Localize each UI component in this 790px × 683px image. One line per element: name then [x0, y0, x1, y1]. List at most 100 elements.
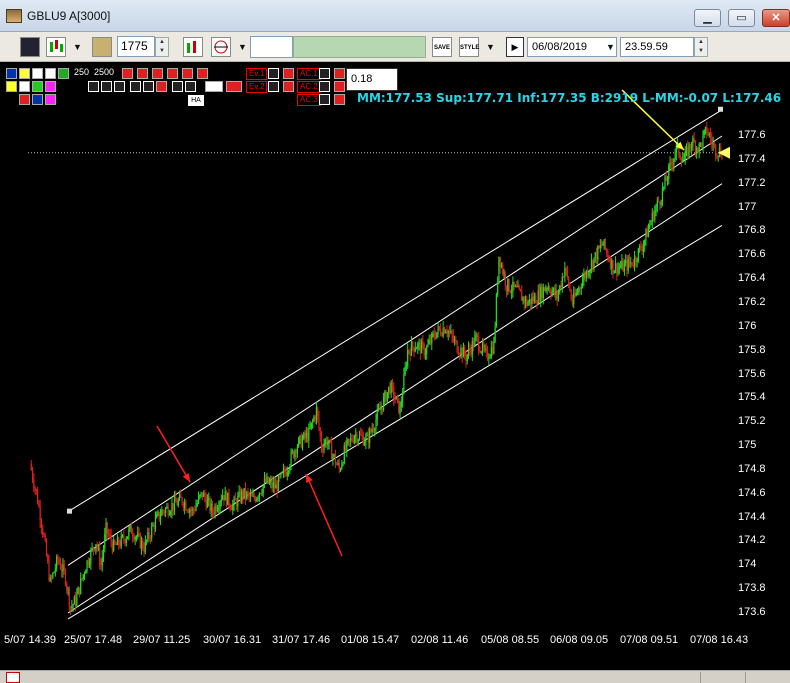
- time-input[interactable]: 23.59.59: [620, 37, 694, 57]
- candle-body: [294, 450, 296, 458]
- save-disk-icon[interactable]: [20, 37, 40, 57]
- sr-icon[interactable]: [19, 94, 30, 105]
- ac3-button[interactable]: AC.3: [297, 94, 321, 106]
- ac1-settings-icon[interactable]: [319, 68, 330, 79]
- time-spinner[interactable]: ▲ ▼: [694, 37, 708, 57]
- red-indicator-icon[interactable]: [122, 68, 133, 79]
- candle-body: [208, 498, 210, 500]
- candle-body: [342, 463, 344, 465]
- gap-icon[interactable]: [205, 81, 223, 92]
- hist-icon[interactable]: [226, 81, 242, 92]
- candle-body: [219, 501, 221, 508]
- candle-body: [206, 499, 209, 508]
- bar-chart-icon[interactable]: [183, 37, 203, 57]
- settings-icon[interactable]: [114, 81, 125, 92]
- trendline-tool-icon[interactable]: [32, 68, 43, 79]
- ac2-button[interactable]: AC.2: [297, 81, 321, 93]
- ac2-settings-icon[interactable]: [319, 81, 330, 92]
- channel-line-mid: [67, 135, 723, 566]
- candle-body: [537, 290, 539, 304]
- candle-body: [540, 286, 542, 301]
- candle-body: [592, 260, 594, 269]
- candle-body: [176, 502, 178, 506]
- save-layout-button[interactable]: SAVE: [432, 37, 452, 57]
- yellow-swatch-icon[interactable]: [6, 81, 17, 92]
- rs-indicator-icon[interactable]: [137, 68, 148, 79]
- candle-body: [713, 143, 715, 146]
- indicator-icon[interactable]: [211, 37, 231, 57]
- candle-body: [42, 527, 44, 534]
- color-tool-icon[interactable]: [58, 68, 69, 79]
- acc-indicator-icon[interactable]: [197, 68, 208, 79]
- chart-type-dropdown-icon[interactable]: ▼: [73, 42, 82, 52]
- zoom-icon[interactable]: [101, 81, 112, 92]
- candle-body: [687, 146, 689, 157]
- candle-body: [90, 549, 92, 564]
- calculator-icon[interactable]: [92, 37, 112, 57]
- white-swatch-icon[interactable]: [19, 81, 30, 92]
- style-button[interactable]: STYLE: [459, 37, 479, 57]
- bs-indicator-icon[interactable]: [167, 68, 178, 79]
- bs-icon[interactable]: [88, 81, 99, 92]
- candle-body: [69, 606, 72, 608]
- candle-body: [165, 508, 167, 513]
- candle-body: [418, 342, 420, 344]
- ac1-button[interactable]: AC.1: [297, 68, 321, 80]
- candle-body: [253, 495, 255, 499]
- volume-icon[interactable]: [143, 81, 154, 92]
- parameter-input[interactable]: 0.18: [346, 68, 398, 91]
- date-picker[interactable]: 06/08/2019: [527, 37, 617, 57]
- ac2-remove-icon[interactable]: [334, 81, 345, 92]
- candle-style-icon[interactable]: [172, 81, 183, 92]
- ac3-settings-icon[interactable]: [319, 94, 330, 105]
- channel-tool-icon[interactable]: [45, 68, 56, 79]
- grid-icon[interactable]: [130, 81, 141, 92]
- ev1-settings-icon[interactable]: [268, 68, 279, 79]
- indicator-dropdown-icon[interactable]: ▼: [238, 42, 247, 52]
- ac3-remove-icon[interactable]: [334, 94, 345, 105]
- ev2-settings-icon[interactable]: [268, 81, 279, 92]
- candle-body: [363, 442, 366, 446]
- vs-indicator-icon[interactable]: [182, 68, 193, 79]
- style-dropdown-icon[interactable]: ▼: [486, 42, 495, 52]
- histogram-icon[interactable]: [156, 81, 167, 92]
- draw-tool-icon[interactable]: [6, 68, 17, 79]
- bars-count-input[interactable]: 1775: [117, 36, 155, 57]
- restore-button[interactable]: ▭: [728, 9, 755, 27]
- ev2-button[interactable]: Ev.2: [246, 81, 268, 93]
- line-tool-icon[interactable]: [19, 68, 30, 79]
- close-button[interactable]: ✕: [762, 9, 790, 27]
- ac1-remove-icon[interactable]: [334, 68, 345, 79]
- candle-body: [151, 526, 153, 538]
- green-swatch-icon[interactable]: [32, 81, 43, 92]
- chart-area[interactable]: 250 2500 Ev.1 AC.1 0.18 Ev.2 AC.2 HA AC.…: [0, 62, 790, 670]
- magenta-swatch-icon[interactable]: [45, 81, 56, 92]
- ha-button[interactable]: HA: [188, 95, 204, 106]
- wave-icon[interactable]: [185, 81, 196, 92]
- candle-body: [158, 512, 160, 520]
- blue-swatch-icon[interactable]: [32, 94, 43, 105]
- price-chart[interactable]: [0, 62, 790, 670]
- candle-body: [433, 333, 435, 337]
- candle-body: [170, 512, 172, 515]
- play-icon[interactable]: ▶: [506, 37, 524, 57]
- candle-body: [262, 485, 264, 493]
- candle-body: [472, 341, 475, 347]
- x-tick-label: 5/07 14.39: [4, 634, 56, 646]
- date-dropdown-icon[interactable]: ▼: [606, 42, 615, 52]
- oscillator-icon[interactable]: [152, 68, 163, 79]
- symbol-field[interactable]: [250, 36, 293, 58]
- candle-body: [711, 138, 713, 145]
- ev1-button[interactable]: Ev.1: [246, 68, 268, 80]
- ev1-remove-icon[interactable]: [283, 68, 294, 79]
- candle-body: [706, 126, 708, 134]
- bars-count-spinner[interactable]: ▲ ▼: [155, 37, 169, 57]
- candle-body: [30, 463, 32, 471]
- minimize-button[interactable]: ▁: [694, 9, 721, 27]
- candle-body: [234, 497, 236, 501]
- ev2-remove-icon[interactable]: [283, 81, 294, 92]
- sp-icon[interactable]: [45, 94, 56, 105]
- candle-body: [521, 291, 523, 301]
- chart-type-icon[interactable]: [46, 37, 66, 57]
- candle-body: [381, 407, 383, 411]
